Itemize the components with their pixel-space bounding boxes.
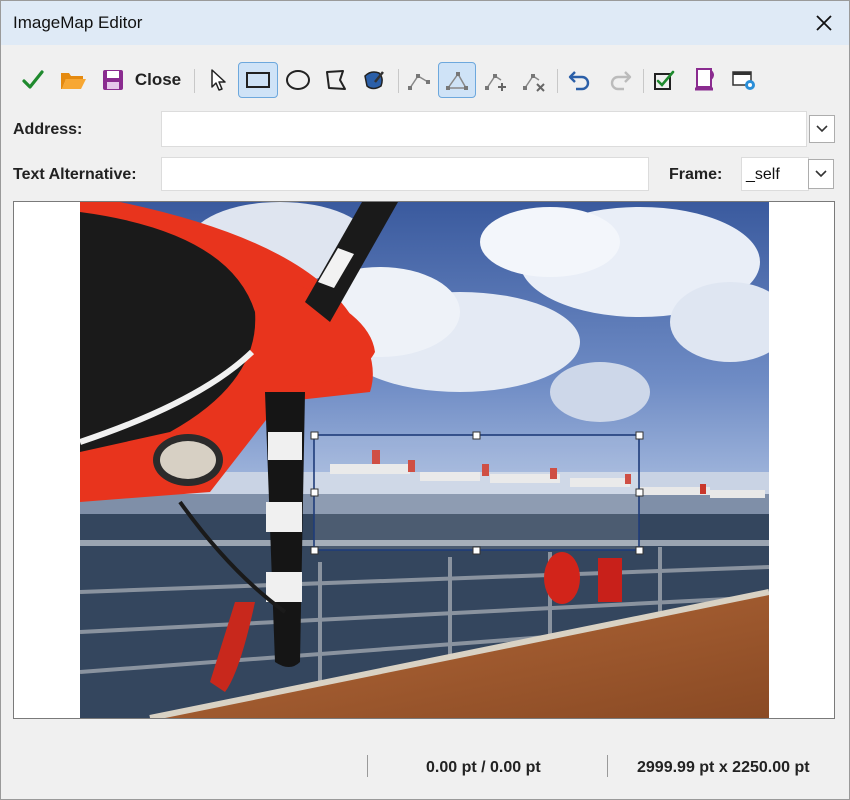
polygon-tool-button[interactable] bbox=[319, 62, 353, 98]
select-tool-button[interactable] bbox=[201, 62, 235, 98]
polygon-icon bbox=[326, 70, 346, 90]
edit-points-button[interactable] bbox=[438, 62, 476, 98]
redo-button[interactable] bbox=[603, 62, 637, 98]
toolbar-separator bbox=[643, 69, 644, 93]
redo-icon bbox=[610, 71, 632, 91]
window-title: ImageMap Editor bbox=[13, 13, 143, 32]
chevron-down-icon bbox=[816, 125, 828, 133]
ellipse-icon bbox=[286, 70, 310, 90]
hotspot-rectangle bbox=[310, 431, 644, 555]
status-size: 2999.99 pt x 2250.00 pt bbox=[637, 759, 810, 776]
toolbar-separator bbox=[398, 69, 399, 93]
status-separator bbox=[367, 755, 368, 777]
undo-button[interactable] bbox=[563, 62, 597, 98]
open-folder-icon bbox=[61, 73, 86, 89]
freeform-polygon-tool-button[interactable] bbox=[357, 62, 391, 98]
macro-icon bbox=[695, 68, 714, 91]
text-alternative-input[interactable] bbox=[161, 157, 649, 191]
properties-button[interactable] bbox=[727, 62, 761, 98]
insert-points-button[interactable] bbox=[479, 62, 513, 98]
properties-icon bbox=[732, 71, 755, 90]
ellipse-tool-button[interactable] bbox=[281, 62, 315, 98]
move-points-button[interactable] bbox=[402, 62, 436, 98]
toolbar-separator bbox=[194, 69, 195, 93]
address-dropdown-button[interactable] bbox=[809, 115, 835, 143]
delete-points-button[interactable] bbox=[517, 62, 551, 98]
close-button[interactable]: Close bbox=[133, 62, 183, 98]
toolbar-separator bbox=[557, 69, 558, 93]
macro-button[interactable] bbox=[687, 62, 721, 98]
frame-select-value: _self bbox=[746, 166, 780, 183]
close-icon bbox=[816, 15, 832, 31]
status-separator bbox=[607, 755, 608, 777]
move-points-icon bbox=[408, 74, 430, 90]
edit-points-icon bbox=[446, 72, 468, 90]
active-button[interactable] bbox=[647, 62, 681, 98]
active-checkbox-icon bbox=[654, 70, 675, 90]
imagemap-editor-window: ImageMap Editor Close Address: Text Alte… bbox=[0, 0, 850, 800]
address-input[interactable] bbox=[161, 111, 807, 147]
freeform-polygon-icon bbox=[364, 71, 384, 90]
address-label: Address: bbox=[13, 121, 83, 138]
insert-points-icon bbox=[485, 74, 506, 91]
toolbar: Close bbox=[1, 59, 849, 103]
image-preview[interactable] bbox=[80, 202, 769, 718]
open-button[interactable] bbox=[55, 62, 91, 98]
frame-select[interactable]: _self bbox=[741, 157, 809, 191]
delete-points-icon bbox=[523, 74, 545, 92]
rectangle-icon bbox=[246, 72, 270, 88]
frame-dropdown-button[interactable] bbox=[808, 159, 834, 189]
apply-icon bbox=[22, 70, 44, 89]
text-alternative-label: Text Alternative: bbox=[13, 166, 137, 183]
select-pointer-icon bbox=[211, 69, 226, 91]
apply-button[interactable] bbox=[15, 62, 51, 98]
status-bar: 0.00 pt / 0.00 pt 2999.99 pt x 2250.00 p… bbox=[1, 741, 849, 797]
rectangle-tool-button[interactable] bbox=[238, 62, 278, 98]
status-position: 0.00 pt / 0.00 pt bbox=[426, 759, 541, 776]
window-close-button[interactable] bbox=[807, 6, 841, 40]
chevron-down-icon bbox=[815, 170, 827, 178]
frame-label: Frame: bbox=[669, 166, 723, 183]
undo-icon bbox=[568, 71, 590, 91]
image-canvas[interactable] bbox=[13, 201, 835, 719]
save-button[interactable] bbox=[95, 62, 131, 98]
title-bar[interactable]: ImageMap Editor bbox=[1, 1, 849, 45]
save-icon bbox=[103, 70, 123, 90]
